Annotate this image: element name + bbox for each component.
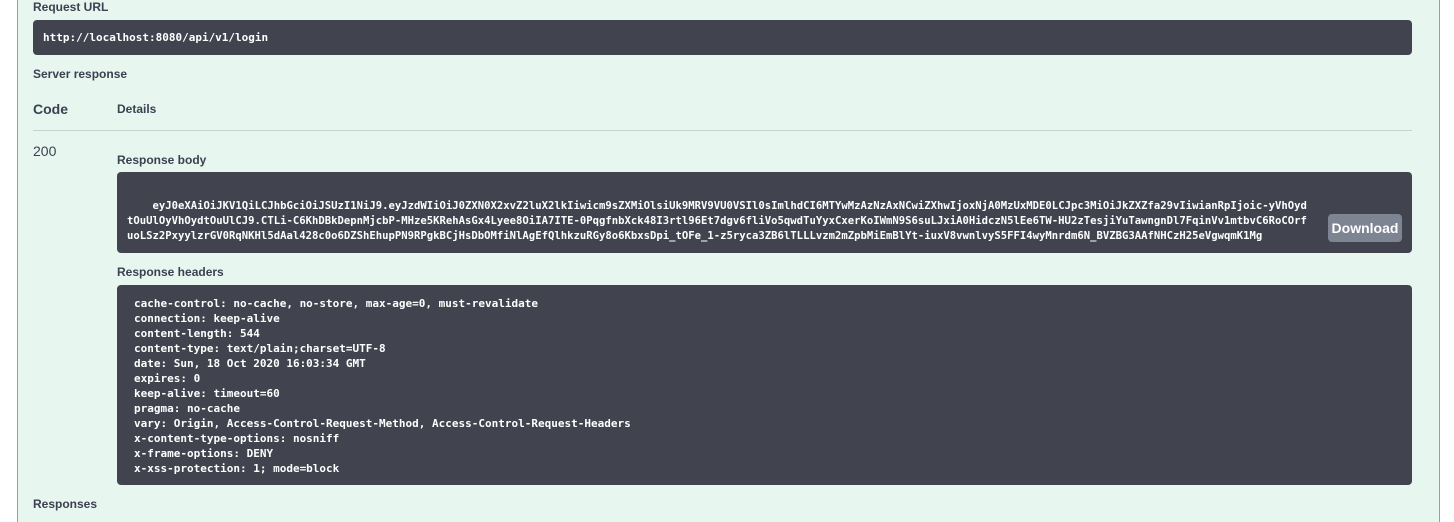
header-line: vary: Origin, Access-Control-Request-Met…	[134, 417, 631, 430]
header-line: x-xss-protection: 1; mode=block	[134, 462, 340, 475]
response-code: 200	[33, 143, 57, 159]
details-column-header: Details	[117, 102, 157, 116]
header-line: x-frame-options: DENY	[134, 447, 274, 460]
request-url-value[interactable]: http://localhost:8080/api/v1/login	[33, 20, 1412, 55]
header-line: content-type: text/plain;charset=UTF-8	[134, 342, 386, 355]
response-panel: Request URL http://localhost:8080/api/v1…	[17, 0, 1440, 522]
download-button[interactable]: Download	[1328, 214, 1402, 242]
table-divider	[33, 130, 1412, 131]
header-line: x-content-type-options: nosniff	[134, 432, 340, 445]
code-column-header: Code	[33, 101, 68, 117]
header-line: keep-alive: timeout=60	[134, 387, 280, 400]
responses-label: Responses	[33, 497, 98, 511]
response-headers-block[interactable]: cache-control: no-cache, no-store, max-a…	[117, 285, 1412, 485]
header-line: connection: keep-alive	[134, 312, 280, 325]
header-line: cache-control: no-cache, no-store, max-a…	[134, 297, 538, 310]
server-response-label: Server response	[33, 67, 128, 81]
header-line: expires: 0	[134, 372, 201, 385]
response-headers-label: Response headers	[117, 265, 224, 279]
header-line: content-length: 544	[134, 327, 260, 340]
response-body-block[interactable]: eyJ0eXAiOiJKV1QiLCJhbGciOiJSUzI1NiJ9.eyJ…	[117, 172, 1412, 253]
response-body-label: Response body	[117, 153, 207, 167]
header-line: date: Sun, 18 Oct 2020 16:03:34 GMT	[134, 357, 366, 370]
request-url-label: Request URL	[33, 0, 109, 14]
header-line: pragma: no-cache	[134, 402, 240, 415]
response-body-text: eyJ0eXAiOiJKV1QiLCJhbGciOiJSUzI1NiJ9.eyJ…	[127, 200, 1307, 242]
